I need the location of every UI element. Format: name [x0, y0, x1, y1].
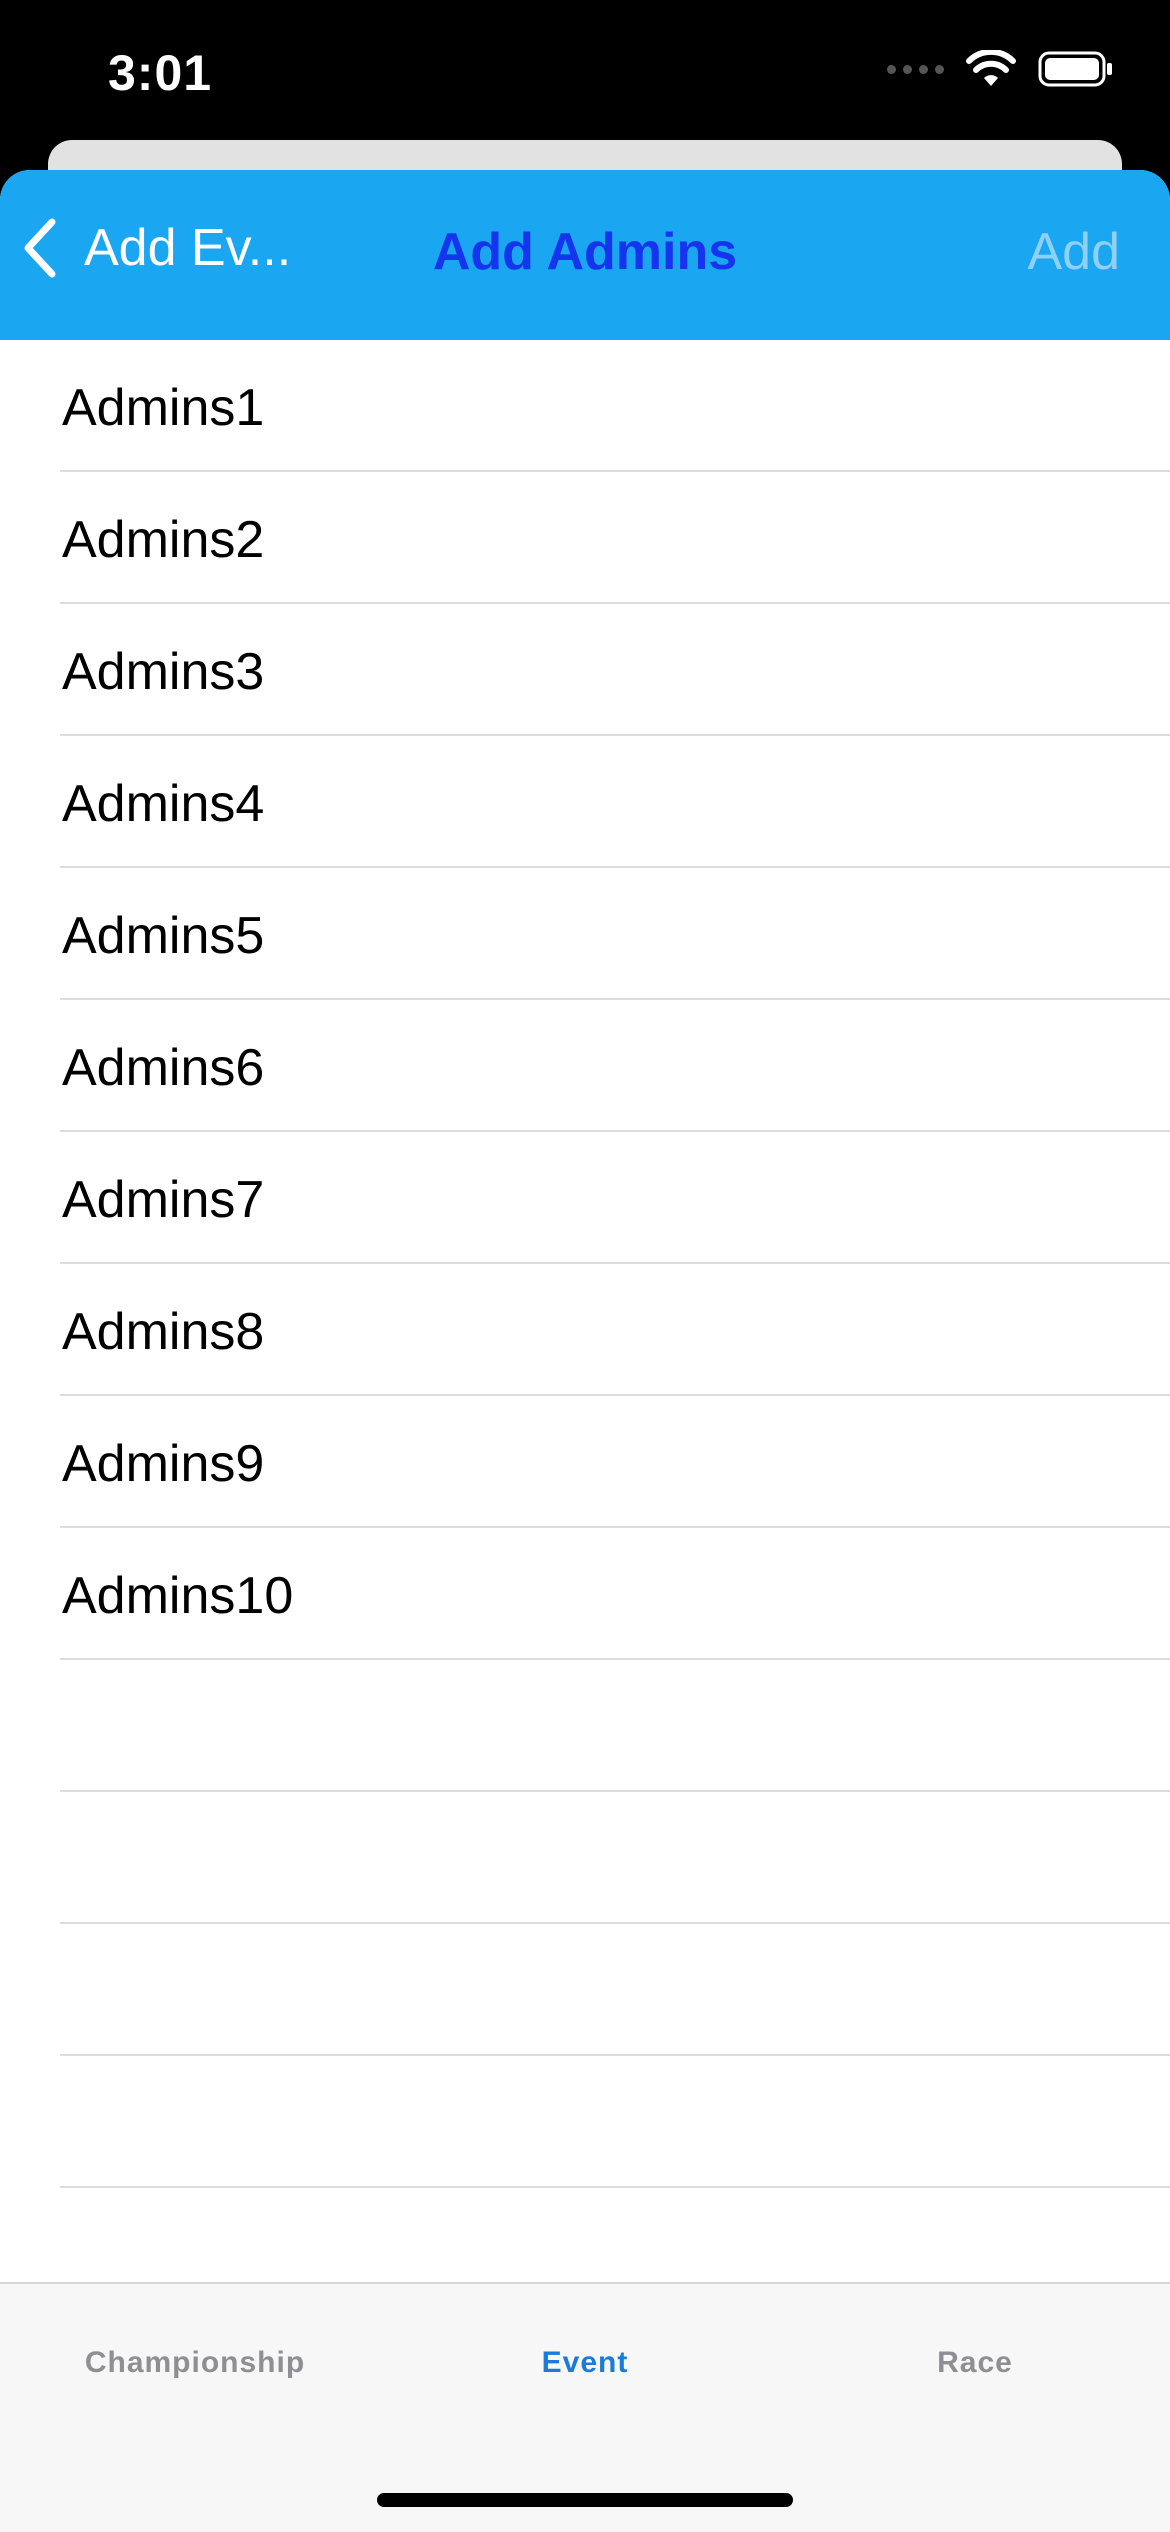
- tab-event[interactable]: Event: [430, 2346, 740, 2380]
- tab-championship[interactable]: Championship: [40, 2346, 350, 2380]
- empty-list-row: [0, 1792, 1170, 1924]
- list-item[interactable]: Admins4: [0, 736, 1170, 868]
- navigation-bar: Add Ev... Add Admins Add: [0, 170, 1170, 340]
- list-item[interactable]: Admins8: [0, 1264, 1170, 1396]
- list-item[interactable]: Admins5: [0, 868, 1170, 1000]
- list-item-label: Admins8: [62, 1303, 265, 1361]
- status-bar: 3:01: [0, 0, 1170, 140]
- list-item[interactable]: Admins9: [0, 1396, 1170, 1528]
- status-time: 3:01: [108, 45, 213, 101]
- list-item-label: Admins3: [62, 643, 265, 701]
- wifi-icon: [966, 50, 1016, 86]
- home-indicator[interactable]: [377, 2493, 793, 2507]
- list-item-label: Admins6: [62, 1039, 265, 1097]
- page-title: Add Admins: [432, 223, 738, 281]
- list-item-label: Admins10: [62, 1567, 294, 1625]
- screen: 3:01 Add Ev... Add Admins Add Admins1 Ad…: [0, 0, 1170, 2532]
- list-item[interactable]: Admins3: [0, 604, 1170, 736]
- list-item[interactable]: Admins7: [0, 1132, 1170, 1264]
- cellular-signal-icon: [887, 64, 944, 74]
- battery-icon: [1038, 51, 1112, 87]
- list-item-label: Admins9: [62, 1435, 265, 1493]
- admins-list: Admins1 Admins2 Admins3 Admins4 Admins5 …: [0, 340, 1170, 2320]
- list-item-label: Admins2: [62, 511, 265, 569]
- list-item[interactable]: Admins6: [0, 1000, 1170, 1132]
- list-item-label: Admins4: [62, 775, 265, 833]
- list-item-label: Admins7: [62, 1171, 265, 1229]
- list-item[interactable]: Admins10: [0, 1528, 1170, 1660]
- list-item-label: Admins5: [62, 907, 265, 965]
- empty-list-row: [0, 1660, 1170, 1792]
- tab-race[interactable]: Race: [820, 2346, 1130, 2380]
- list-item[interactable]: Admins2: [0, 472, 1170, 604]
- modal-sheet: Add Ev... Add Admins Add Admins1 Admins2…: [0, 170, 1170, 2532]
- empty-list-row: [0, 1924, 1170, 2056]
- empty-list-row: [0, 2056, 1170, 2188]
- list-item[interactable]: Admins1: [0, 340, 1170, 472]
- add-button[interactable]: Add: [1027, 222, 1120, 282]
- list-item-label: Admins1: [62, 379, 265, 437]
- status-icons: [887, 50, 1114, 88]
